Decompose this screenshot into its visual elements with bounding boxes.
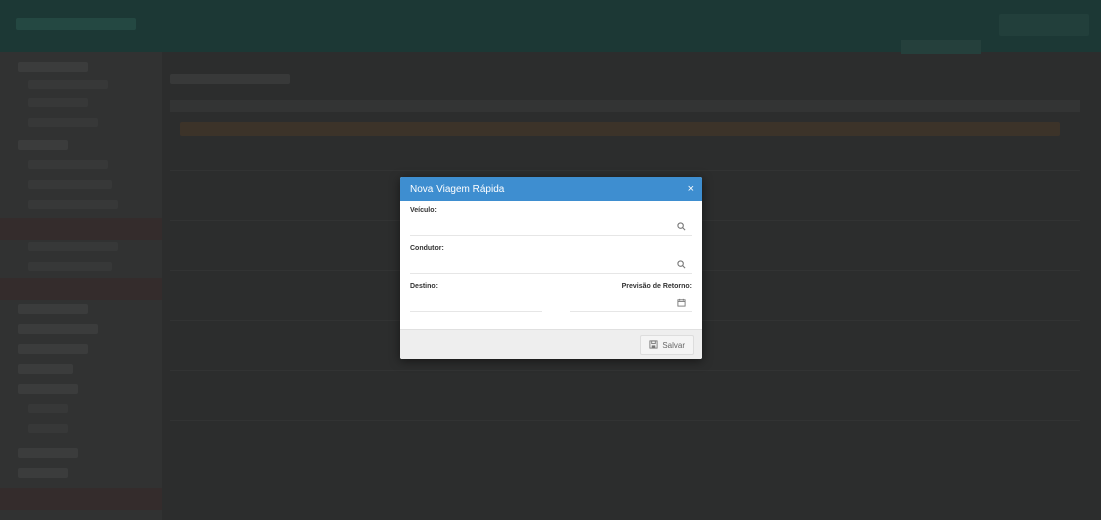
dialog-body: Veículo: Condutor: Destino: Previsão de … — [400, 201, 702, 329]
save-label: Salvar — [662, 340, 685, 350]
destination-label: Destino: — [410, 283, 438, 290]
quick-trip-dialog: Nova Viagem Rápida × Veículo: Condutor: … — [400, 177, 702, 359]
destination-return-row: Destino: Previsão de Retorno: — [410, 283, 692, 321]
destination-input[interactable] — [410, 294, 542, 312]
dialog-header: Nova Viagem Rápida × — [400, 177, 702, 201]
vehicle-field: Veículo: — [410, 207, 692, 245]
save-button[interactable]: Salvar — [640, 335, 694, 355]
return-forecast-input[interactable] — [570, 294, 692, 312]
vehicle-label: Veículo: — [410, 207, 437, 214]
destination-return-labels: Destino: Previsão de Retorno: — [410, 283, 692, 290]
driver-input[interactable] — [410, 256, 692, 274]
driver-field: Condutor: — [410, 245, 692, 283]
driver-label: Condutor: — [410, 245, 444, 252]
save-icon — [649, 339, 658, 351]
dialog-footer: Salvar — [400, 329, 702, 359]
vehicle-input[interactable] — [410, 218, 692, 236]
return-forecast-label: Previsão de Retorno: — [621, 283, 692, 290]
calendar-icon[interactable] — [677, 298, 686, 309]
close-icon[interactable]: × — [688, 183, 694, 195]
search-icon[interactable] — [677, 222, 686, 233]
search-icon[interactable] — [677, 260, 686, 271]
dialog-title: Nova Viagem Rápida — [410, 183, 505, 195]
